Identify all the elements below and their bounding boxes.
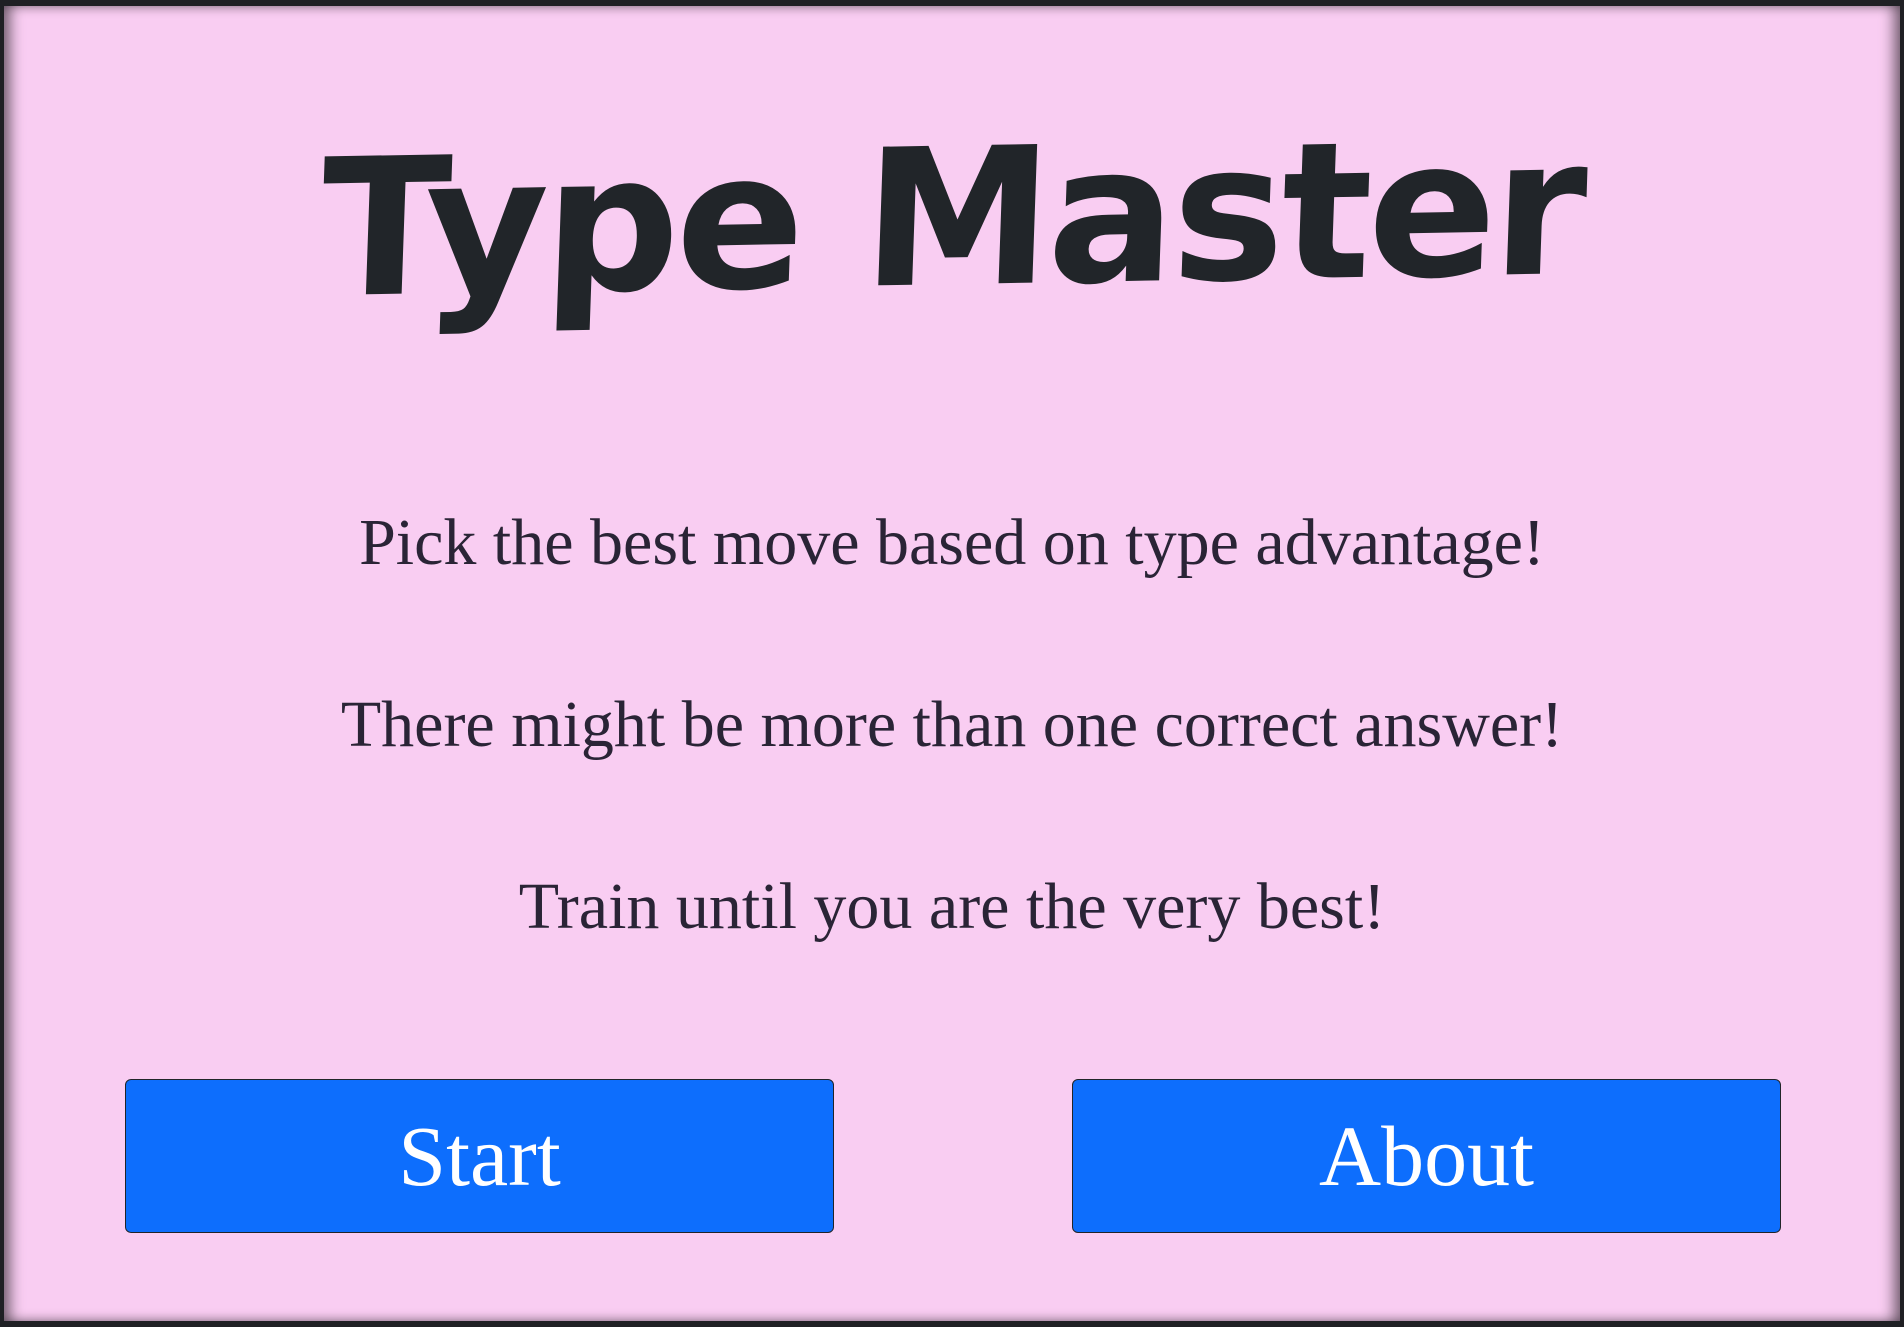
intro-line-1: Pick the best move based on type advanta… (359, 506, 1545, 579)
about-button[interactable]: About (1072, 1079, 1781, 1233)
about-button-label: About (1319, 1108, 1534, 1204)
start-button-label: Start (398, 1108, 561, 1204)
start-button[interactable]: Start (125, 1079, 834, 1233)
app-window: Type Master Pick the best move based on … (0, 0, 1904, 1327)
intro-line-2: There might be more than one correct ans… (340, 688, 1564, 761)
app-title: Type Master (317, 96, 1587, 341)
intro-line-3: Train until you are the very best! (518, 870, 1386, 943)
